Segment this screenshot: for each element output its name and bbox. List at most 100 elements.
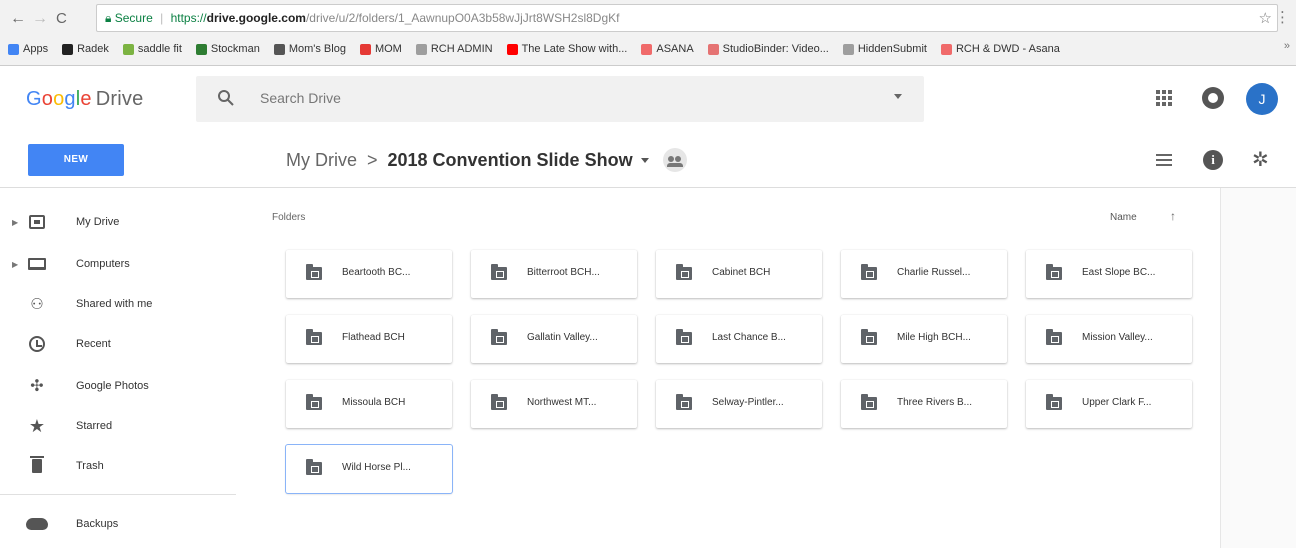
shared-folder-icon <box>861 329 877 345</box>
notifications-icon[interactable] <box>1202 87 1224 109</box>
list-view-icon[interactable] <box>1156 154 1172 166</box>
folder-card[interactable]: Upper Clark F... <box>1026 380 1192 428</box>
url-divider: | <box>160 11 164 25</box>
info-icon[interactable]: i <box>1203 150 1223 170</box>
bookmarks-bar: Apps Radek saddle fit Stockman Mom's Blog MOM… <box>8 38 1290 60</box>
sidebar-item-shared-with-me[interactable]: ⚇ Shared with me <box>0 284 240 324</box>
bookmark-label: Stockman <box>210 43 260 55</box>
folder-name: East Slope BC... <box>1082 267 1156 278</box>
folder-name: Flathead BCH <box>342 332 405 343</box>
bookmark-item[interactable]: Mom's Blog <box>273 38 346 60</box>
bookmark-icon <box>359 43 371 55</box>
shared-folder-icon <box>491 329 507 345</box>
bookmark-item[interactable]: MOM <box>359 38 402 60</box>
bookmark-item[interactable]: saddle fit <box>122 38 182 60</box>
shared-folder-icon <box>676 329 692 345</box>
sidebar-item-google-photos[interactable]: ✣ Google Photos <box>0 366 240 406</box>
bookmark-label: ASANA <box>656 43 694 55</box>
bookmark-label: StudioBinder: Video... <box>722 43 829 55</box>
back-icon[interactable]: ← <box>10 10 26 28</box>
search-icon[interactable] <box>216 88 236 108</box>
youtube-icon <box>506 43 518 55</box>
google-drive-logo[interactable]: Google Drive <box>26 88 143 111</box>
account-avatar[interactable]: J <box>1246 83 1278 115</box>
sidebar-item-computers[interactable]: ▶ Computers <box>0 244 240 284</box>
page-icon <box>842 43 854 55</box>
bookmark-item[interactable]: The Late Show with... <box>506 38 627 60</box>
bookmark-item[interactable]: RCH ADMIN <box>415 38 493 60</box>
bookmark-item[interactable]: RCH & DWD - Asana <box>940 38 1060 60</box>
bookmark-label: Apps <box>23 43 49 55</box>
folder-name: Gallatin Valley... <box>527 332 598 343</box>
reload-icon[interactable]: C <box>56 10 67 27</box>
folder-card[interactable]: Bitterroot BCH... <box>471 250 637 298</box>
bookmark-icon <box>273 43 285 55</box>
sidebar-item-starred[interactable]: ★ Starred <box>0 406 240 446</box>
folder-card[interactable]: Mission Valley... <box>1026 315 1192 363</box>
folder-card[interactable]: Last Chance B... <box>656 315 822 363</box>
breadcrumb-current-folder[interactable]: 2018 Convention Slide Show <box>388 150 633 171</box>
bookmark-label: HiddenSubmit <box>857 43 927 55</box>
sidebar-item-my-drive[interactable]: ▶ My Drive <box>0 202 240 242</box>
shared-folder-icon <box>861 264 877 280</box>
sort-arrow-up-icon[interactable]: ↑ <box>1170 209 1176 223</box>
sort-by-name[interactable]: Name <box>1110 212 1137 223</box>
sidebar-item-backups[interactable]: Backups <box>0 504 240 544</box>
folder-name: Three Rivers B... <box>897 397 973 408</box>
search-box[interactable] <box>196 76 924 122</box>
asana-icon <box>641 43 653 55</box>
apps-grid-icon[interactable] <box>1156 90 1172 106</box>
folder-card[interactable]: Selway-Pintler... <box>656 380 822 428</box>
sidebar-item-label: Backups <box>76 518 119 530</box>
bookmarks-overflow[interactable]: » <box>1284 40 1290 52</box>
sidebar-divider <box>0 494 236 495</box>
folder-name: Last Chance B... <box>712 332 786 343</box>
bookmark-item[interactable]: StudioBinder: Video... <box>707 38 829 60</box>
bookmark-item[interactable]: ASANA <box>641 38 694 60</box>
bookmark-item[interactable]: Radek <box>62 38 109 60</box>
search-options-icon[interactable] <box>894 94 902 99</box>
sidebar-item-trash[interactable]: Trash <box>0 446 240 486</box>
bookmark-item[interactable]: Apps <box>8 38 48 60</box>
folder-name: Upper Clark F... <box>1082 397 1152 408</box>
bookmark-item[interactable]: Stockman <box>195 38 260 60</box>
bookmark-star-icon[interactable]: ☆ <box>1259 9 1272 27</box>
computer-icon <box>26 253 48 275</box>
breadcrumb: My Drive > 2018 Convention Slide Show <box>286 146 687 174</box>
drive-icon <box>26 211 48 233</box>
folder-card[interactable]: Northwest MT... <box>471 380 637 428</box>
folder-name: Beartooth BC... <box>342 267 411 278</box>
search-input[interactable] <box>260 86 860 110</box>
expand-caret-icon[interactable]: ▶ <box>12 218 18 227</box>
folder-card[interactable]: East Slope BC... <box>1026 250 1192 298</box>
asana-icon <box>940 43 952 55</box>
folder-name: Wild Horse Pl... <box>342 462 411 473</box>
sidebar-item-label: Computers <box>76 258 130 270</box>
forward-icon[interactable]: → <box>32 10 48 28</box>
shared-folder-icon[interactable] <box>662 148 687 172</box>
gear-icon[interactable]: ✲ <box>1252 150 1269 170</box>
folder-card[interactable]: Mile High BCH... <box>841 315 1007 363</box>
folder-card[interactable]: Flathead BCH <box>286 315 452 363</box>
breadcrumb-my-drive[interactable]: My Drive <box>286 150 357 171</box>
sidebar: ▶ My Drive ▶ Computers ⚇ Shared with me Recent… <box>0 188 240 548</box>
folder-card[interactable]: Missoula BCH <box>286 380 452 428</box>
browser-menu-icon[interactable]: ⋮ <box>1275 8 1290 26</box>
sidebar-item-recent[interactable]: Recent <box>0 324 240 364</box>
folder-card[interactable]: Charlie Russel... <box>841 250 1007 298</box>
new-button[interactable]: NEW <box>28 144 124 176</box>
bookmark-item[interactable]: HiddenSubmit <box>842 38 927 60</box>
folder-card[interactable]: Three Rivers B... <box>841 380 1007 428</box>
folder-card[interactable]: Gallatin Valley... <box>471 315 637 363</box>
folder-card[interactable]: Cabinet BCH <box>656 250 822 298</box>
bookmark-label: Mom's Blog <box>288 43 346 55</box>
address-bar[interactable]: 🔒︎ Secure | https://drive.google.com/dri… <box>96 4 1278 32</box>
shared-folder-icon <box>491 264 507 280</box>
sidebar-item-label: Recent <box>76 338 111 350</box>
bookmark-icon <box>62 43 74 55</box>
folder-card[interactable]: Wild Horse Pl... <box>286 445 452 493</box>
folder-card[interactable]: Beartooth BC... <box>286 250 452 298</box>
apps-grid-icon <box>8 43 19 55</box>
expand-caret-icon[interactable]: ▶ <box>12 260 18 269</box>
chevron-down-icon[interactable] <box>640 157 649 163</box>
